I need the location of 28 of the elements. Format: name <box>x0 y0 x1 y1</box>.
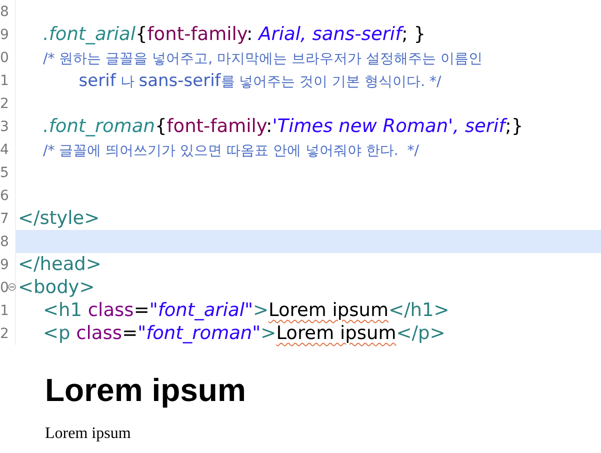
line-number: 1 <box>0 72 9 88</box>
line-number: 7 <box>0 210 9 226</box>
code-line: serif 나 sans-serif를 넣어주는 것이 기본 형식이다. */ <box>78 70 442 92</box>
line-number: 6 <box>0 188 9 204</box>
code-line: .font_arial{font-family: Arial, sans-serif; } <box>42 23 426 46</box>
code-line: /* 원하는 글꼴을 넣어주고, 마지막에는 브라우저가 설정해주는 이름인 <box>42 50 484 69</box>
line-number: 4 <box>0 142 9 158</box>
preview-heading: Lorem ipsum <box>45 372 246 409</box>
line-number: 0 <box>0 280 9 296</box>
preview-paragraph: Lorem ipsum <box>45 425 131 443</box>
line-number: 0 <box>0 50 9 66</box>
line-number: 9 <box>0 26 9 42</box>
code-line: <p class="font_roman">Lorem ipsum</p> <box>42 322 446 345</box>
line-number: 1 <box>0 302 9 318</box>
code-line: </style> <box>17 207 101 230</box>
line-number: 2 <box>0 96 9 112</box>
line-number: 9 <box>0 256 9 272</box>
line-number: 3 <box>0 118 9 134</box>
line-number: 5 <box>0 164 9 180</box>
code-line: </head> <box>17 253 102 276</box>
line-number: 2 <box>0 326 9 342</box>
code-line: <body> <box>17 276 96 299</box>
code-line: <h1 class="font_arial">Lorem ipsum</h1> <box>42 299 450 322</box>
line-number: 8 <box>0 234 9 250</box>
collapse-icon[interactable] <box>8 283 16 291</box>
code-line: .font_roman{font-family:'Times new Roman', serif;} <box>42 115 524 138</box>
line-number: 8 <box>0 4 9 20</box>
code-line: /* 글꼴에 띄어쓰기가 있으면 따옴표 안에 넣어줘야 한다. */ <box>42 142 420 161</box>
